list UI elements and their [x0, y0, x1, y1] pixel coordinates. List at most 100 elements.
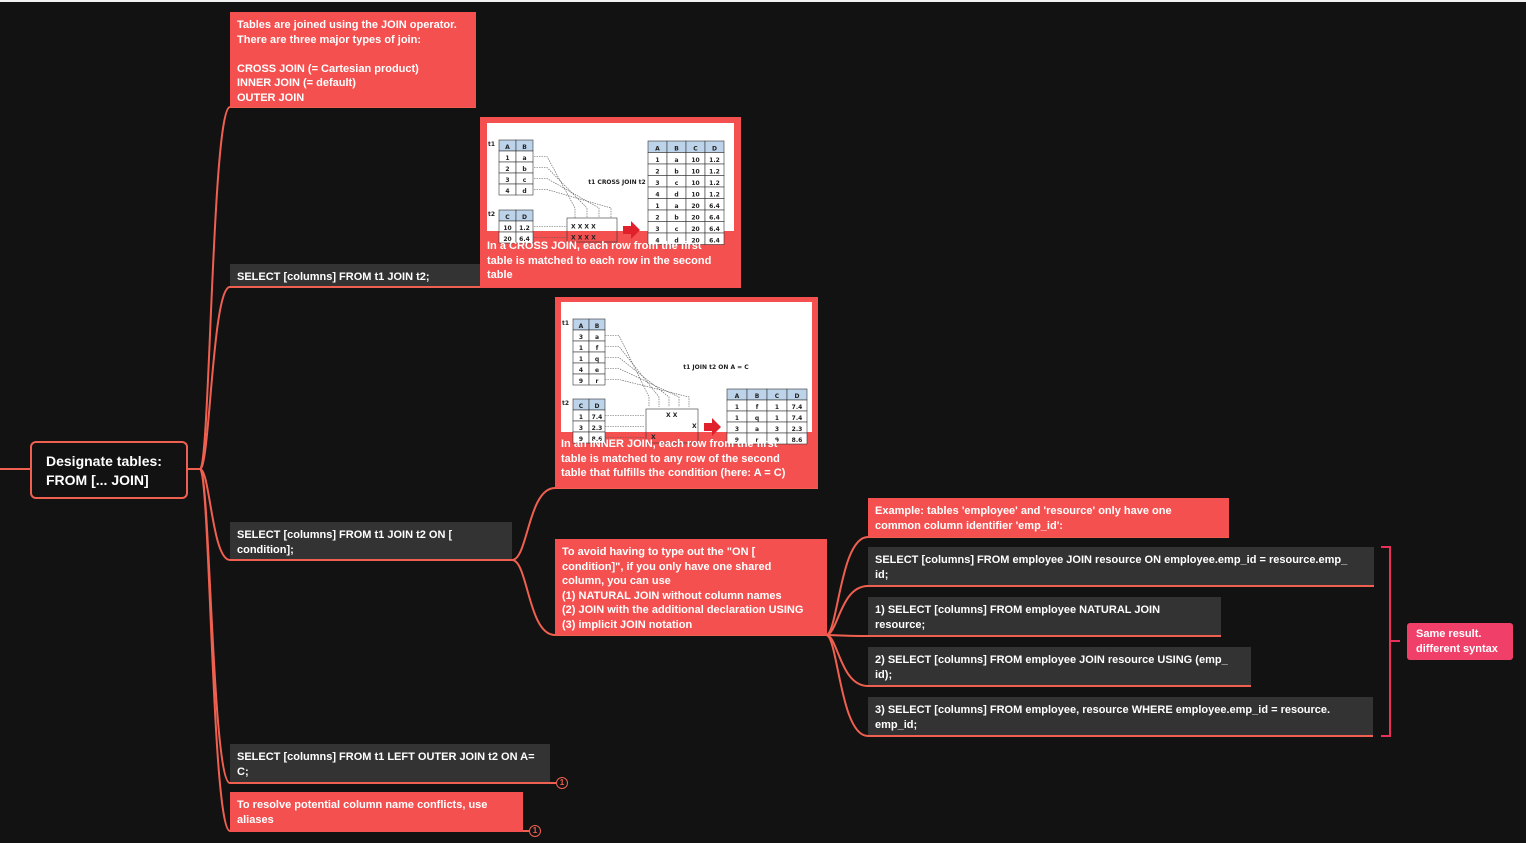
- inner-result-header-label: C: [775, 393, 780, 400]
- outer-join-collapsed-count-badge[interactable]: 1: [556, 777, 568, 789]
- inner-guide-line: [605, 345, 660, 407]
- cross-result-cell-label: 1: [655, 203, 659, 210]
- aliases-collapsed-count-badge[interactable]: 1: [529, 825, 541, 837]
- inner-join-sql-node[interactable]: SELECT [columns] FROM t1 JOIN t2 ON [ co…: [230, 522, 512, 561]
- cross-t1-cell-label: b: [522, 166, 527, 173]
- inner-t1-header-label: A: [579, 323, 584, 330]
- cross-result-cell-label: 1.2: [709, 180, 720, 187]
- cross-t1-cell-label: a: [522, 155, 526, 162]
- same-result-summary[interactable]: Same result. different syntax: [1407, 623, 1513, 660]
- cross-result-header-label: D: [712, 145, 717, 152]
- cross-result-cell-label: 6.4: [709, 214, 720, 221]
- cross-join-caption: In a CROSS JOIN, each row from the first…: [487, 240, 712, 281]
- cross-result-header-label: A: [655, 145, 660, 152]
- cross-t1-cell-label: 2: [505, 166, 509, 173]
- edge-root-cross-join: [199, 286, 480, 470]
- cross-guide-line: [534, 166, 588, 218]
- inner-result-cell-label: 1: [735, 415, 739, 422]
- inner-t1-cell-label: 1: [579, 356, 583, 363]
- inner-result-cell-label: 1: [775, 404, 779, 411]
- cross-result-cell-label: 20: [691, 214, 699, 221]
- inner-result-cell-label: 1: [775, 415, 779, 422]
- example-node[interactable]: Example: tables 'employee' and 'resource…: [868, 498, 1229, 537]
- aliases-node[interactable]: To resolve potential column name conflic…: [230, 792, 523, 832]
- cross-result-cell-label: 1.2: [709, 191, 720, 198]
- cross-marks-row: X X X X: [571, 223, 596, 230]
- inner-result-header-label: B: [755, 393, 760, 400]
- sql-join-using-node[interactable]: 2) SELECT [columns] FROM employee JOIN r…: [868, 647, 1251, 687]
- cross-result-cell-label: 10: [691, 180, 699, 187]
- cross-result-header-label: B: [674, 145, 679, 152]
- cross-result-cell-label: 10: [691, 191, 699, 198]
- inner-op-label: t1 JOIN t2 ON A = C: [683, 364, 749, 371]
- cross-op-label: t1 CROSS JOIN t2: [588, 179, 645, 186]
- cross-guide-line: [534, 188, 612, 218]
- inner-t1-cell-label: a: [595, 334, 599, 341]
- inner-guide-line: [605, 334, 650, 407]
- inner-t1-cell-label: 3: [579, 334, 583, 341]
- t1-label: t1: [488, 141, 495, 148]
- join-intro-node[interactable]: Tables are joined using the JOIN operato…: [230, 12, 476, 107]
- t2-label: t2: [488, 211, 495, 218]
- inner-result-cell-label: 7.4: [792, 415, 803, 422]
- cross-result-cell-label: 1.2: [709, 157, 720, 164]
- cross-join-sql-node[interactable]: SELECT [columns] FROM t1 JOIN t2;: [230, 264, 480, 288]
- sql-join-on-node[interactable]: SELECT [columns] FROM employee JOIN reso…: [868, 547, 1374, 587]
- t1-label: t1: [562, 320, 569, 327]
- inner-result-cell-label: 7.4: [792, 404, 803, 411]
- inner-t2-header-label: D: [595, 403, 600, 410]
- inner-result-cell-label: q: [755, 415, 759, 422]
- cross-guide-line: [534, 155, 576, 218]
- cross-t1-header-label: B: [522, 144, 527, 151]
- inner-match-mark: X X: [666, 412, 678, 419]
- inner-result-header-label: D: [795, 393, 800, 400]
- cross-join-node[interactable]: t1 A B 1 a 2 b 3 c 4 d t2 C D 10 1.2 20 6.4 X X X XX X X X…: [480, 117, 741, 288]
- avoid-on-condition-node[interactable]: To avoid having to type out the "ON [ co…: [555, 539, 827, 635]
- cross-t1-header-label: A: [505, 144, 510, 151]
- inner-guide-line: [605, 367, 680, 407]
- inner-t1-cell-label: 9: [579, 378, 583, 385]
- cross-result-cell-label: c: [675, 180, 679, 187]
- inner-result-cell-label: 1: [735, 404, 739, 411]
- root-node-designate-tables[interactable]: Designate tables: FROM [... JOIN]: [30, 441, 188, 499]
- cross-result-cell-label: 1: [655, 157, 659, 164]
- cross-result-cell-label: b: [674, 168, 679, 175]
- cross-t2-header-label: C: [505, 214, 510, 221]
- inner-join-node[interactable]: t1 A B 3 a 1 f 1 q 4 e 9 r t2 C D 1 7.4 3 2.3 9 8.6 X X X Xt1 JO…: [555, 297, 818, 488]
- outer-join-sql-node[interactable]: SELECT [columns] FROM t1 LEFT OUTER JOIN…: [230, 744, 550, 784]
- sql-implicit-join-node[interactable]: 3) SELECT [columns] FROM employee, resou…: [868, 697, 1373, 737]
- inner-join-caption: In an INNER JOIN, each row from the firs…: [561, 438, 786, 479]
- cross-result-cell-label: b: [674, 214, 679, 221]
- cross-t1-cell-label: 1: [505, 155, 509, 162]
- inner-t1-cell-label: r: [596, 378, 599, 385]
- cross-result-cell-label: a: [674, 203, 678, 210]
- inner-t1-cell-label: e: [595, 367, 599, 374]
- cross-result-cell-label: 3: [655, 180, 659, 187]
- inner-t1-cell-label: 1: [579, 345, 583, 352]
- cross-t2-header-label: D: [522, 214, 527, 221]
- inner-t1-cell-label: f: [596, 345, 599, 352]
- inner-t1-header-label: B: [595, 323, 600, 330]
- inner-t1-cell-label: q: [595, 356, 599, 363]
- cross-result-cell-label: 1.2: [709, 168, 720, 175]
- edge-root-outer-join: [199, 468, 556, 784]
- summary-bracket: [1381, 546, 1400, 737]
- inner-t2-cell-label: 1: [579, 414, 583, 421]
- inner-match-mark: X: [692, 423, 697, 430]
- inner-t2-cell-label: 7.4: [592, 414, 603, 421]
- inner-result-cell-label: f: [756, 404, 759, 411]
- cross-t1-cell-label: d: [522, 188, 526, 195]
- cross-t2-cell-label: 1.2: [519, 225, 530, 232]
- inner-result-header-label: A: [735, 393, 740, 400]
- cross-t1-cell-label: c: [523, 177, 527, 184]
- cross-t2-cell-label: 10: [503, 225, 511, 232]
- cross-result-header-label: C: [693, 145, 698, 152]
- inner-t2-header-label: C: [579, 403, 584, 410]
- cross-result-cell-label: 10: [691, 168, 699, 175]
- cross-join-diagram: t1 A B 1 a 2 b 3 c 4 d t2 C D 10 1.2 20 6.4 X X X XX X X X…: [487, 123, 734, 245]
- sql-natural-join-node[interactable]: 1) SELECT [columns] FROM employee NATURA…: [868, 597, 1221, 637]
- cross-result-cell-label: d: [674, 191, 678, 198]
- inner-guide-line: [605, 356, 670, 407]
- cross-t1-cell-label: 4: [505, 188, 509, 195]
- cross-result-cell-label: 20: [691, 203, 699, 210]
